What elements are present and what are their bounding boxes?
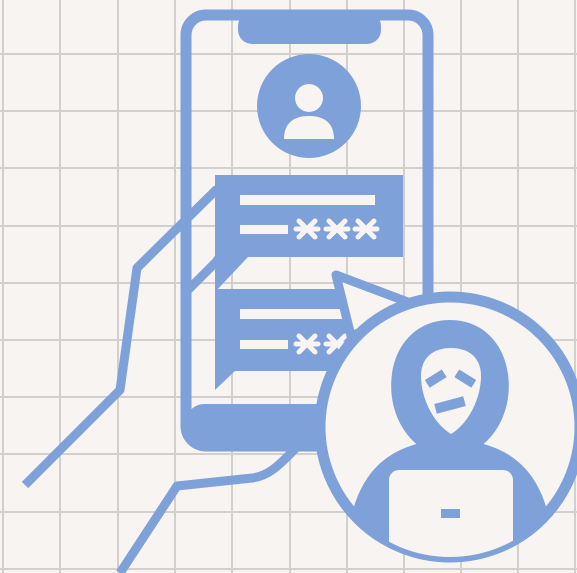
avatar-head [295,84,323,112]
hooded-hacker-icon [314,291,577,563]
chat-bubble-2-text-line [240,309,348,319]
user-avatar-icon [257,54,361,158]
smartphone-chat-scam-icon [0,0,577,573]
chat-bubble-2-short-line [240,340,288,349]
chat-bubble-1-text-line [240,195,375,205]
chat-bubble-1-body [215,175,403,257]
chat-bubble-1-short-line [240,225,288,234]
phone-notch [238,12,381,44]
laptop-logo [441,509,460,518]
illustration-canvas [0,0,577,573]
